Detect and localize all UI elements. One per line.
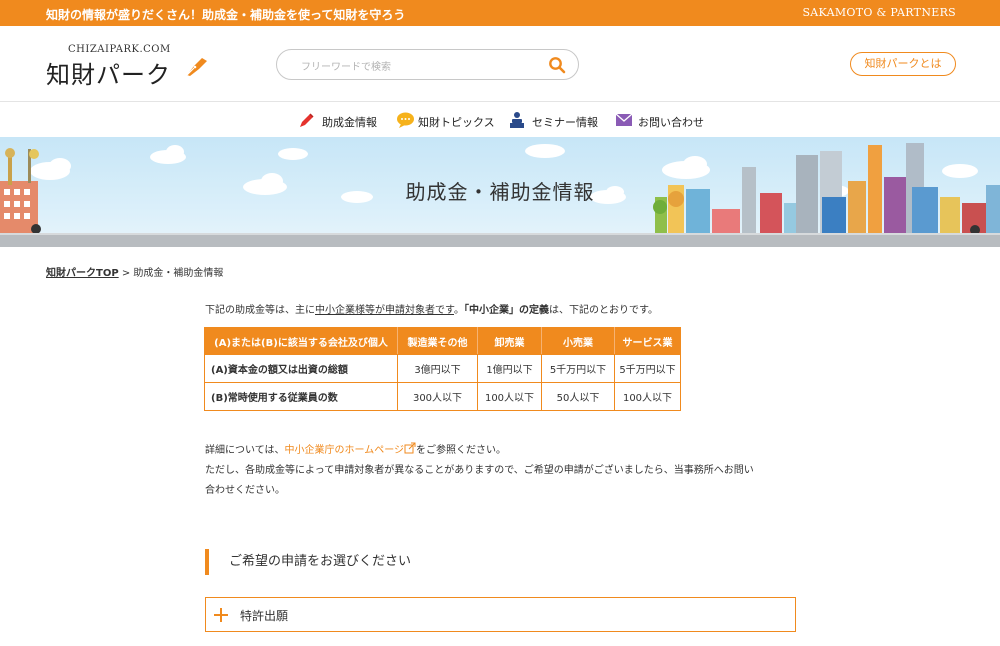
table-row-header: (B)常時使用する従業員の数 xyxy=(204,382,398,411)
nav-item-grants[interactable]: 助成金情報 xyxy=(298,111,378,131)
table-cell: 100人以下 xyxy=(477,382,542,411)
envelope-icon xyxy=(615,113,633,126)
table-cell: 100人以下 xyxy=(614,382,681,411)
search-box[interactable]: フリーワードで検索 xyxy=(276,49,579,80)
breadcrumb-home-link[interactable]: 知財パークTOP xyxy=(46,268,119,279)
detail-text: 詳細については、中小企業庁のホームページ をご参照ください。 ただし、各助成金等に… xyxy=(205,441,805,501)
table-header: サービス業 xyxy=(614,327,681,355)
intro-target-text: 中小企業様等が申請対象者です xyxy=(315,305,454,316)
intro-part1: 下記の助成金等は、主に xyxy=(205,305,315,316)
breadcrumb-separator: > xyxy=(118,268,134,279)
logo-title: 知財パーク xyxy=(46,61,171,89)
detail-prefix: 詳細については、 xyxy=(205,445,285,456)
plus-icon[interactable] xyxy=(214,608,228,622)
accordion-item-patent[interactable]: 特許出願 xyxy=(205,597,796,632)
table-cell: 300人以下 xyxy=(397,382,478,411)
intro-part2: 。 xyxy=(454,305,464,316)
external-link-icon[interactable] xyxy=(404,442,416,454)
speaker-icon xyxy=(510,112,524,128)
accordion-label: 特許出願 xyxy=(240,609,289,623)
page-banner: 助成金・補助金情報 xyxy=(0,137,1000,247)
table-cell: 5千万円以下 xyxy=(541,354,615,383)
table-cell: 1億円以下 xyxy=(477,354,542,383)
site-logo[interactable]: CHIZAIPARK.COM 知財パーク xyxy=(46,44,216,89)
intro-part3: は、下記のとおりです。 xyxy=(549,305,658,316)
fountain-pen-icon xyxy=(186,58,207,76)
nav-item-topics[interactable]: 知財トピックス xyxy=(396,111,495,131)
page-title: 助成金・補助金情報 xyxy=(405,180,595,204)
nav-label: 知財トピックス xyxy=(418,116,495,129)
breadcrumb-current: 助成金・補助金情報 xyxy=(133,268,224,279)
table-header: (A)または(B)に該当する会社及び個人 xyxy=(204,327,398,355)
table-header-row: (A)または(B)に該当する会社及び個人 製造業その他 卸売業 小売業 サービス… xyxy=(204,327,681,355)
table-cell: 5千万円以下 xyxy=(614,354,681,383)
nav-label: お問い合わせ xyxy=(638,116,704,129)
detail-suffix: をご参照ください。 xyxy=(416,445,506,456)
banner-road xyxy=(0,235,1000,247)
breadcrumb: 知財パークTOP > 助成金・補助金情報 xyxy=(46,264,223,279)
pen-icon xyxy=(300,113,314,127)
table-row: (B)常時使用する従業員の数 300人以下 100人以下 50人以下 100人以… xyxy=(204,382,681,411)
top-bar: 知財の情報が盛りだくさん！助成金・補助金を使って知財を守ろう SAKAMOTO … xyxy=(0,0,1000,26)
detail-line-1: 詳細については、中小企業庁のホームページ をご参照ください。 xyxy=(205,441,805,461)
section-title: ご希望の申請をお選びください xyxy=(205,549,411,575)
sme-agency-link[interactable]: 中小企業庁のホームページ xyxy=(285,445,405,456)
intro-text: 下記の助成金等は、主に中小企業様等が申請対象者です。「中小企業」の定義は、下記の… xyxy=(205,301,658,316)
table-header: 小売業 xyxy=(541,327,615,355)
table-cell: 3億円以下 xyxy=(397,354,478,383)
detail-line-2: ただし、各助成金等によって申請対象者が異なることがありますので、ご希望の申請がご… xyxy=(205,465,754,476)
table-header: 製造業その他 xyxy=(397,327,478,355)
partners-link[interactable]: SAKAMOTO & PARTNERS xyxy=(802,6,956,19)
speech-bubble-icon xyxy=(397,112,414,128)
search-input[interactable]: フリーワードで検索 xyxy=(301,58,391,73)
main-nav: 助成金情報 知財トピックス セミナー情報 お問い合わせ xyxy=(0,103,1000,137)
about-button[interactable]: 知財パークとは xyxy=(850,52,956,76)
search-icon[interactable] xyxy=(548,56,566,74)
nav-label: セミナー情報 xyxy=(532,116,598,129)
intro-definition: 「中小企業」の定義 xyxy=(464,305,549,316)
nav-label: 助成金情報 xyxy=(322,116,377,129)
table-header: 卸売業 xyxy=(477,327,542,355)
table-row-header: (A)資本金の額又は出資の総額 xyxy=(204,354,398,383)
table-row: (A)資本金の額又は出資の総額 3億円以下 1億円以下 5千万円以下 5千万円以… xyxy=(204,354,681,383)
nav-item-seminars[interactable]: セミナー情報 xyxy=(509,111,601,131)
site-tagline: 知財の情報が盛りだくさん！助成金・補助金を使って知財を守ろう xyxy=(46,8,406,22)
detail-line-3: 合わせください。 xyxy=(205,485,285,496)
table-cell: 50人以下 xyxy=(541,382,615,411)
logo-subtitle: CHIZAIPARK.COM xyxy=(68,44,171,55)
site-header: CHIZAIPARK.COM 知財パーク フリーワードで検索 知財パークとは xyxy=(0,26,1000,102)
sme-definition-table: (A)または(B)に該当する会社及び個人 製造業その他 卸売業 小売業 サービス… xyxy=(204,327,681,411)
nav-item-contact[interactable]: お問い合わせ xyxy=(615,111,707,131)
